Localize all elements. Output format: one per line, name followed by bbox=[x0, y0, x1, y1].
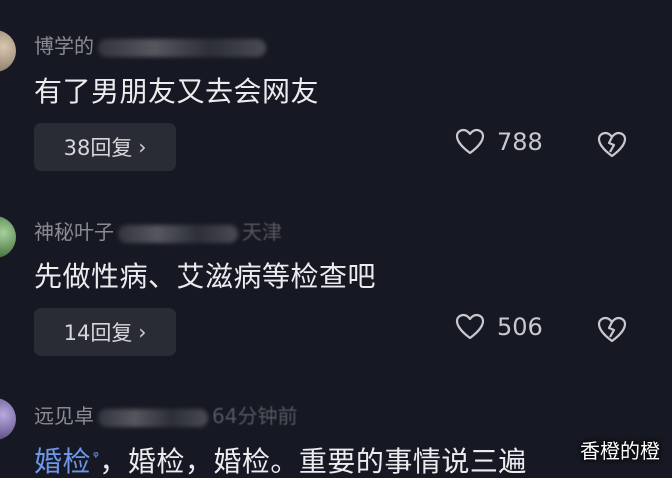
avatar[interactable] bbox=[0, 216, 16, 258]
comment-username[interactable]: 博学的 bbox=[34, 30, 266, 59]
chevron-right-icon: › bbox=[138, 320, 147, 344]
like-button[interactable]: 506 bbox=[455, 313, 543, 341]
comment-text-rest: ，婚检，婚检。重要的事情说三遍 bbox=[99, 445, 527, 478]
comment-meta: 天津 bbox=[242, 220, 282, 244]
comment-text: 婚检 ᵠ，婚检，婚检。重要的事情说三遍 bbox=[34, 440, 527, 478]
blurred-meta bbox=[118, 224, 238, 243]
watermark: 香橙的橙 bbox=[580, 439, 660, 463]
dislike-button[interactable] bbox=[596, 316, 628, 344]
comment-username[interactable]: 远见卓 64分钟前 bbox=[34, 400, 297, 429]
dislike-button[interactable] bbox=[596, 131, 628, 159]
chevron-right-icon: › bbox=[138, 135, 147, 159]
comment-text: 有了男朋友又去会网友 bbox=[34, 75, 320, 108]
blurred-meta bbox=[98, 38, 266, 57]
avatar[interactable] bbox=[0, 398, 16, 440]
broken-heart-icon bbox=[596, 131, 628, 159]
broken-heart-icon bbox=[596, 316, 628, 344]
heart-outline-icon bbox=[455, 313, 485, 341]
search-keyword-link[interactable]: 婚检 bbox=[34, 445, 91, 478]
reply-count-label: 38回复 bbox=[63, 136, 133, 160]
username-text: 神秘叶子 bbox=[34, 220, 114, 244]
comment-text: 先做性病、艾滋病等检查吧 bbox=[34, 260, 377, 293]
comment-username[interactable]: 神秘叶子 天津 bbox=[34, 216, 282, 245]
heart-outline-icon bbox=[455, 128, 485, 156]
like-count: 506 bbox=[497, 313, 543, 341]
view-replies-button[interactable]: 14回复 › bbox=[34, 308, 176, 356]
username-text: 博学的 bbox=[34, 34, 94, 58]
comment-meta: 64分钟前 bbox=[212, 404, 298, 428]
like-count: 788 bbox=[497, 128, 543, 156]
blurred-meta bbox=[98, 408, 208, 427]
view-replies-button[interactable]: 38回复 › bbox=[34, 123, 176, 171]
reply-count-label: 14回复 bbox=[63, 321, 133, 345]
like-button[interactable]: 788 bbox=[455, 128, 543, 156]
username-text: 远见卓 bbox=[34, 404, 94, 428]
